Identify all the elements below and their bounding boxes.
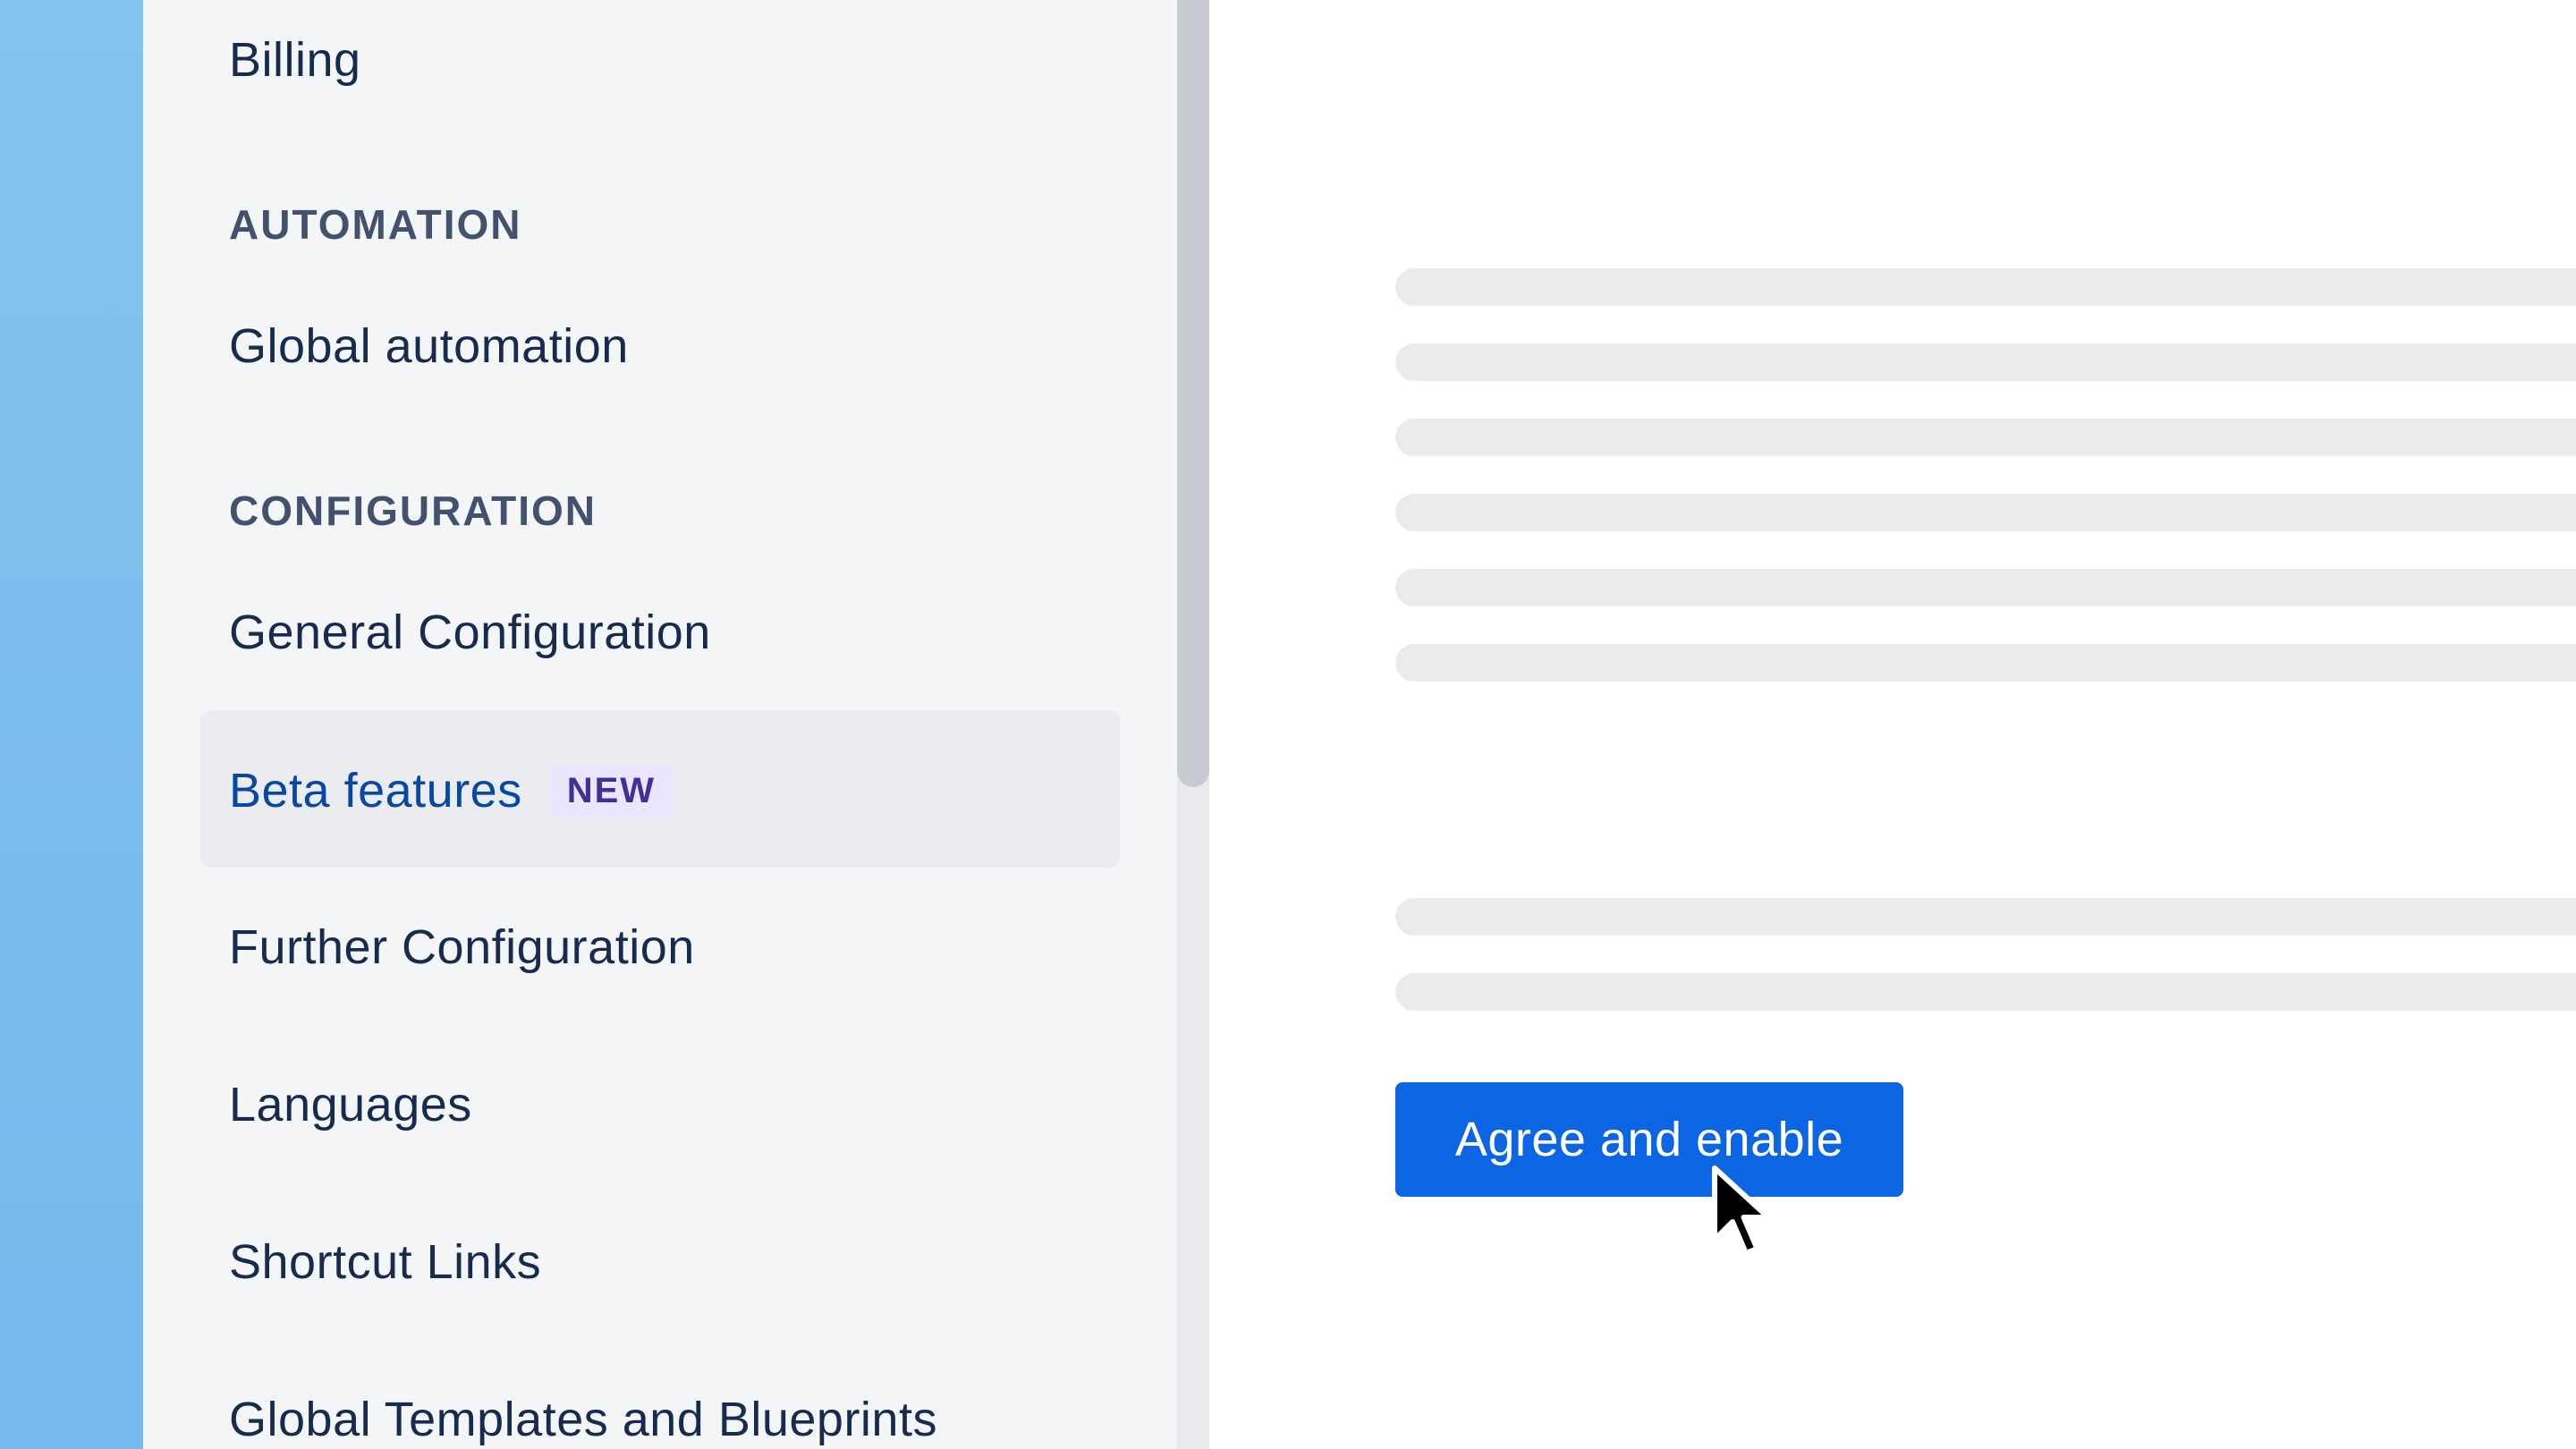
skeleton-line xyxy=(1395,419,2576,456)
mouse-pointer-icon xyxy=(1712,1165,1771,1256)
sidebar-scrollbar-thumb[interactable] xyxy=(1177,0,1209,787)
main-content: Agree and enable xyxy=(1209,0,2576,1449)
skeleton-line xyxy=(1395,343,2576,381)
sidebar-item-languages[interactable]: Languages xyxy=(229,1080,472,1129)
sidebar-item-global-templates[interactable]: Global Templates and Blueprints xyxy=(229,1395,937,1444)
skeleton-line xyxy=(1395,973,2576,1011)
settings-sidebar: Billing AUTOMATION Global automation CON… xyxy=(143,0,1177,1449)
sidebar-item-label: Beta features xyxy=(229,764,522,818)
sidebar-item-further-configuration[interactable]: Further Configuration xyxy=(229,923,695,971)
app-window: Billing AUTOMATION Global automation CON… xyxy=(0,0,2576,1449)
skeleton-line xyxy=(1395,268,2576,306)
sidebar-item-general-configuration[interactable]: General Configuration xyxy=(229,608,711,657)
new-badge: NEW xyxy=(550,764,673,818)
sidebar-item-shortcut-links[interactable]: Shortcut Links xyxy=(229,1238,541,1286)
sidebar-item-billing[interactable]: Billing xyxy=(229,36,361,84)
sidebar-item-beta-features[interactable]: Beta features NEW xyxy=(229,764,673,818)
skeleton-line xyxy=(1395,569,2576,606)
skeleton-line xyxy=(1395,494,2576,531)
sidebar-heading-automation: AUTOMATION xyxy=(229,201,522,248)
global-nav-bar xyxy=(0,0,143,1449)
sidebar-heading-configuration: CONFIGURATION xyxy=(229,487,597,534)
sidebar-item-global-automation[interactable]: Global automation xyxy=(229,322,629,370)
skeleton-line xyxy=(1395,644,2576,682)
skeleton-line xyxy=(1395,898,2576,936)
agree-and-enable-button[interactable]: Agree and enable xyxy=(1395,1082,1903,1197)
